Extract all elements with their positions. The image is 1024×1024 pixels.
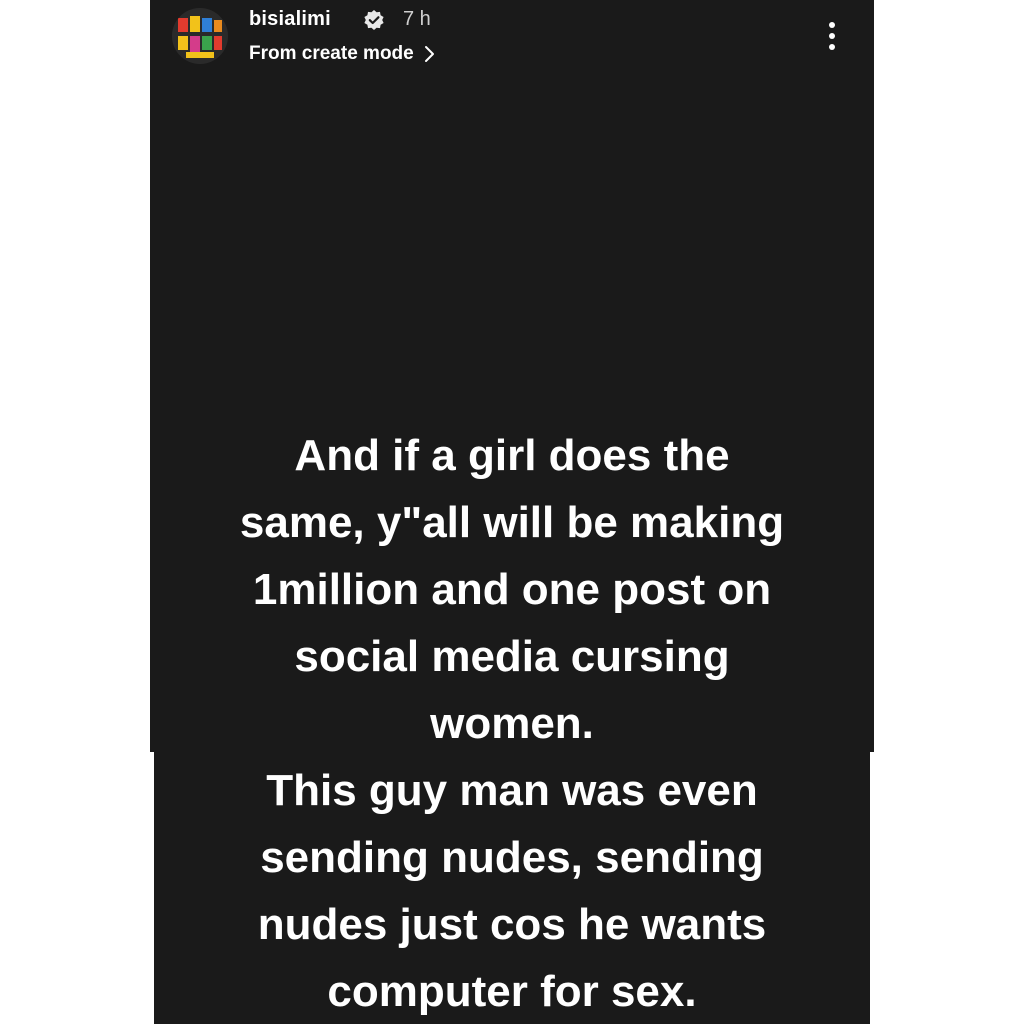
story-text-line: sending nudes, sending <box>260 833 764 882</box>
more-options-button[interactable] <box>822 20 842 52</box>
story-text-line: women. <box>430 699 594 748</box>
story-text-line: computer for sex. <box>327 967 697 1016</box>
more-vertical-icon <box>829 22 835 50</box>
avatar-image <box>172 8 228 64</box>
username[interactable]: bisialimi <box>249 8 331 31</box>
chevron-right-icon <box>424 46 434 62</box>
verified-badge-icon <box>363 9 385 31</box>
story-viewer: bisialimi 7 h From create mode And if a … <box>0 0 1024 1024</box>
story-text-line: nudes just cos he wants <box>257 900 767 949</box>
post-time: 7 h <box>403 8 431 30</box>
story-header: bisialimi 7 h From create mode <box>150 0 874 80</box>
create-mode-label: From create mode <box>249 43 414 64</box>
story-text-line: 1million and one post on <box>252 565 772 614</box>
story-text: And if a girl does the same, y"all will … <box>150 422 874 1024</box>
avatar[interactable] <box>172 8 228 64</box>
story-text-line: And if a girl does the <box>294 431 730 480</box>
story-text-line: This guy man was even <box>266 766 758 815</box>
create-mode-link[interactable]: From create mode <box>249 43 436 65</box>
story-text-line: social media cursing <box>294 632 730 681</box>
story-text-line: same, y"all will be making <box>239 498 785 547</box>
